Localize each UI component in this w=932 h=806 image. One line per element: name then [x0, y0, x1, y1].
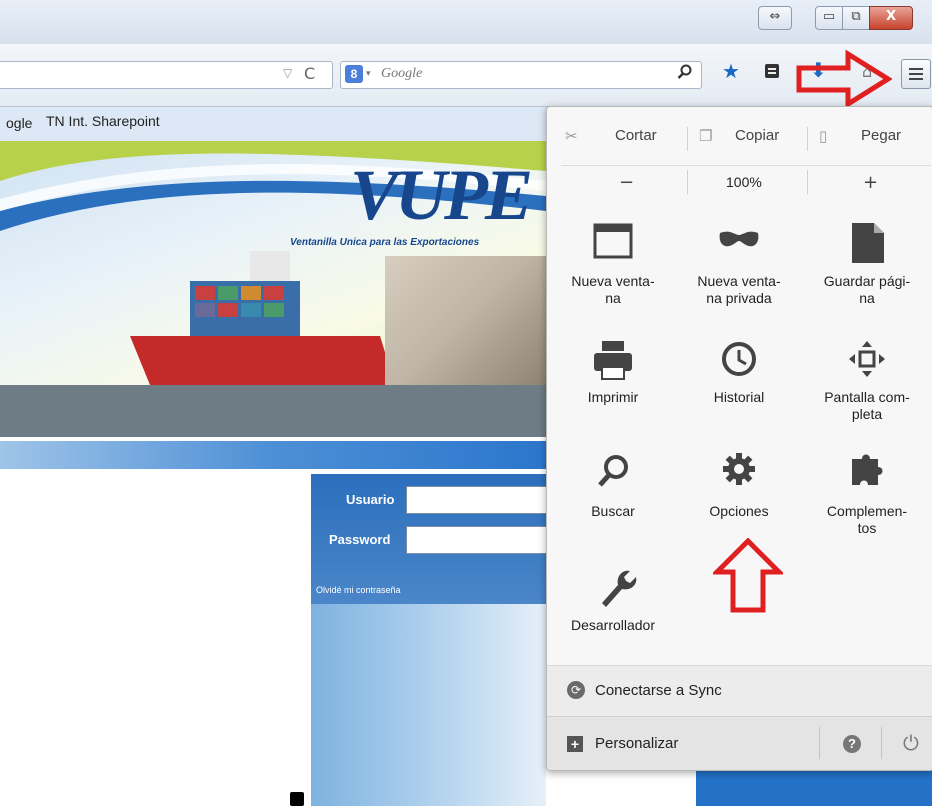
edit-separator [807, 127, 808, 151]
bookmark-google[interactable]: ogle [6, 115, 32, 131]
sync-icon: ⟳ [567, 681, 585, 699]
save-page-label: Guardar pági- na [823, 273, 911, 306]
print-button[interactable]: Imprimir [554, 339, 672, 434]
fullscreen-label: Pantalla com- pleta [824, 389, 910, 422]
zoom-reset-button[interactable]: 100% [726, 174, 762, 190]
paste-icon: ▯ [819, 127, 828, 145]
forgot-password-link[interactable]: Olvidé mi contraseña [316, 585, 401, 595]
developer-wrench-icon [602, 570, 637, 607]
minimize-button[interactable]: ▭ [815, 6, 843, 30]
copy-icon: ❐ [699, 127, 713, 145]
edit-controls-row: ✂ Cortar ❐ Copiar ▯ Pegar [561, 127, 931, 153]
url-history-dropdown-icon[interactable]: ▽ [283, 66, 292, 80]
title-bar: ⇔ ▭ ⧉ X [0, 0, 932, 44]
sync-row[interactable]: ⟳ Conectarse a Sync [547, 665, 932, 716]
annotation-arrow-right-icon [796, 50, 892, 108]
username-label: Usuario [346, 492, 395, 507]
addons-label: Complemen- tos [826, 503, 908, 536]
login-panel: Usuario Password Olvidé mi contraseña [311, 474, 548, 604]
login-panel-lower [311, 604, 546, 806]
customize-row: + Personalizar ? ⏻ [547, 716, 932, 770]
new-window-button[interactable]: Nueva venta- na [554, 221, 672, 316]
paste-button[interactable]: Pegar [861, 127, 901, 144]
open-menu-button[interactable] [901, 59, 931, 89]
options-label: Opciones [709, 503, 769, 519]
page-blue-band [0, 441, 546, 469]
page-grey-band [0, 385, 546, 437]
developer-label: Desarrollador [570, 617, 656, 633]
bookmark-star-icon[interactable]: ★ [722, 59, 740, 83]
navigation-toolbar: ▽ C 8 ▾ Google ★ ⬇ ⌂ [0, 44, 932, 107]
close-button[interactable]: X [869, 6, 913, 30]
search-placeholder[interactable]: Google [381, 66, 422, 82]
sync-label: Conectarse a Sync [595, 682, 722, 699]
vupe-banner: VUPE Ventanilla Unica para las Exportaci… [0, 141, 546, 385]
print-icon [594, 341, 632, 380]
customize-plus-icon: + [567, 736, 583, 752]
zoom-separator [807, 170, 808, 194]
firefox-menu-panel: ✂ Cortar ❐ Copiar ▯ Pegar − 100% + Nueva… [546, 106, 932, 771]
cut-button[interactable]: Cortar [615, 127, 657, 144]
new-private-window-button[interactable]: Nueva venta- na privada [680, 221, 798, 316]
page-blue-block [696, 768, 932, 806]
find-label: Buscar [591, 503, 635, 519]
reload-icon[interactable]: C [304, 64, 315, 83]
page-black-mark [290, 792, 304, 806]
annotation-arrow-up-icon [713, 538, 783, 613]
search-engine-dropdown-icon[interactable]: ▾ [366, 68, 371, 79]
search-bar[interactable]: 8 ▾ Google [340, 61, 702, 89]
zoom-separator [687, 170, 688, 194]
business-people-photo [385, 256, 546, 385]
options-button[interactable]: Opciones [680, 451, 798, 546]
print-label: Imprimir [587, 389, 639, 405]
zoom-controls-row: − 100% + [561, 165, 931, 198]
history-label: Historial [713, 389, 765, 405]
developer-button[interactable]: Desarrollador [554, 565, 672, 660]
search-icon [598, 455, 628, 487]
addons-icon [852, 454, 883, 485]
maximize-button[interactable]: ⧉ [842, 6, 870, 30]
new-window-icon [593, 223, 633, 259]
password-input[interactable] [406, 526, 548, 554]
customize-button[interactable]: Personalizar [595, 735, 678, 752]
save-page-button[interactable]: Guardar pági- na [808, 221, 926, 316]
find-button[interactable]: Buscar [554, 451, 672, 546]
zoom-in-button[interactable]: + [863, 172, 878, 193]
cut-icon: ✂ [565, 127, 578, 145]
edit-separator [687, 127, 688, 151]
fullscreen-button[interactable]: Pantalla com- pleta [808, 339, 926, 434]
new-private-window-label: Nueva venta- na privada [697, 273, 781, 306]
history-button[interactable]: Historial [680, 339, 798, 434]
quit-button[interactable]: ⏻ [903, 731, 919, 755]
search-engine-icon[interactable]: 8 [345, 65, 363, 83]
history-icon [722, 342, 756, 376]
customize-separator [819, 727, 820, 759]
options-gear-icon [723, 453, 755, 485]
zoom-out-button[interactable]: − [619, 172, 634, 193]
help-button[interactable]: ? [843, 735, 861, 753]
resize-button[interactable]: ⇔ [758, 6, 792, 30]
private-window-icon [719, 231, 759, 247]
password-label: Password [329, 532, 391, 547]
bookmark-tn-sharepoint[interactable]: TN Int. Sharepoint [46, 113, 160, 129]
new-window-label: Nueva venta- na [571, 273, 655, 306]
bookmarks-list-icon[interactable] [763, 62, 781, 85]
cargo-ship-image [130, 251, 395, 385]
save-page-icon [852, 223, 884, 263]
addons-button[interactable]: Complemen- tos [808, 451, 926, 546]
vupe-logo: VUPE [350, 155, 533, 235]
customize-separator [881, 727, 882, 759]
url-bar[interactable]: ▽ C [0, 61, 333, 89]
search-go-icon[interactable] [677, 64, 693, 84]
copy-button[interactable]: Copiar [735, 127, 779, 144]
username-input[interactable] [406, 486, 548, 514]
fullscreen-icon [849, 341, 885, 377]
